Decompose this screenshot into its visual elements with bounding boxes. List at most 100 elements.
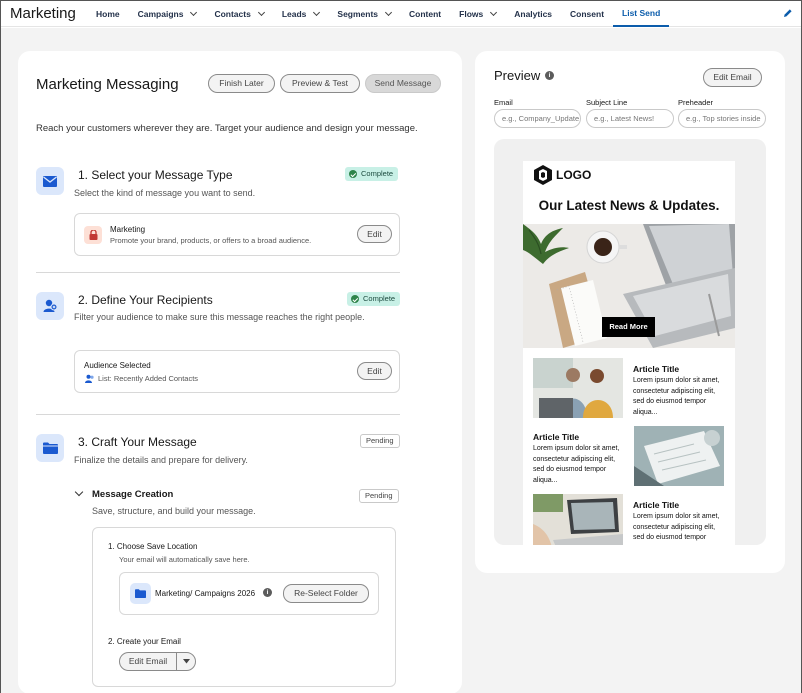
recipients-icon xyxy=(43,299,57,312)
hero-image: Read More xyxy=(523,224,735,348)
article1-body: Lorem ipsum dolor sit amet, consectetur … xyxy=(633,377,720,416)
nav-item-segments[interactable]: Segments xyxy=(328,1,400,27)
email-logo-text: LOGO xyxy=(556,168,592,182)
contacts-icon xyxy=(85,374,94,383)
step2-desc: Filter your audience to make sure this m… xyxy=(74,312,365,322)
finish-later-button[interactable]: Finish Later xyxy=(208,74,275,93)
step2-icon-box xyxy=(36,292,64,320)
lock-icon xyxy=(89,230,97,240)
step3-status-badge: Pending xyxy=(360,434,400,448)
recipients-list: List: Recently Added Contacts xyxy=(98,374,199,383)
nav-item-leads[interactable]: Leads xyxy=(273,1,329,27)
folder-icon-box xyxy=(130,583,151,604)
chevron-down-icon[interactable] xyxy=(490,8,498,17)
edit-nav-icon[interactable] xyxy=(783,8,793,18)
subject-field-label: Subject Line xyxy=(586,98,628,107)
article2-title: Article Title xyxy=(533,432,580,442)
read-more-button[interactable]: Read More xyxy=(602,317,655,337)
step2-edit-button[interactable]: Edit xyxy=(357,362,392,380)
message-type-card xyxy=(74,213,400,256)
info-icon[interactable]: i xyxy=(263,588,272,597)
caret-down-icon xyxy=(182,659,190,664)
email-field-label: Email xyxy=(494,98,513,107)
divider xyxy=(36,272,400,273)
create-email-title: 2. Create your Email xyxy=(108,637,181,646)
intro-text: Reach your customers wherever they are. … xyxy=(36,123,418,134)
documents-photo-icon xyxy=(634,426,724,486)
message-creation-title[interactable]: Message Creation xyxy=(92,489,173,500)
nav-item-flows[interactable]: Flows xyxy=(450,1,505,27)
app-title: Marketing xyxy=(10,5,76,22)
nav-item-label: Analytics xyxy=(514,9,553,19)
edit-email-split-button: Edit Email xyxy=(119,652,196,671)
preheader-field-label: Preheader xyxy=(678,98,714,107)
step2-status-badge: Complete xyxy=(347,292,401,306)
preview-title: Preview xyxy=(494,68,541,83)
nav-bar: Home Campaigns Contacts Leads Segments Conten… xyxy=(87,1,670,27)
divider xyxy=(36,414,400,415)
preview-edit-email-button[interactable]: Edit Email xyxy=(703,68,762,87)
article1-title: Article Title xyxy=(633,364,680,374)
check-icon xyxy=(351,295,359,303)
subject-line-input[interactable]: e.g., Latest News! xyxy=(586,109,674,128)
folder-icon xyxy=(135,589,146,598)
step1-edit-button[interactable]: Edit xyxy=(357,225,392,243)
marketing-icon-box xyxy=(84,226,102,244)
message-creation-desc: Save, structure, and build your message. xyxy=(92,506,256,516)
nav-item-campaigns[interactable]: Campaigns xyxy=(129,1,206,27)
recipients-title: Audience Selected xyxy=(84,361,151,370)
nav-item-label: Contacts xyxy=(214,9,251,19)
step1-desc: Select the kind of message you want to s… xyxy=(74,188,256,198)
article3-body: Lorem ipsum dolor sit amet, consectetur … xyxy=(633,513,720,545)
email-preview: LOGO Our Latest News & Updates. Read Mor… xyxy=(523,161,735,545)
preheader-input[interactable]: e.g., Top stories inside xyxy=(678,109,766,128)
edit-email-button[interactable]: Edit Email xyxy=(120,653,177,670)
email-headline: Our Latest News & Updates. xyxy=(538,198,720,213)
step2-title: 2. Define Your Recipients xyxy=(78,293,213,307)
message-creation-badge: Pending xyxy=(359,489,399,503)
nav-item-analytics[interactable]: Analytics xyxy=(505,1,561,27)
message-type-title: Marketing xyxy=(110,225,146,234)
step3-desc: Finalize the details and prepare for del… xyxy=(74,455,248,465)
nav-item-list-send[interactable]: List Send xyxy=(613,1,670,27)
email-preview-area: LOGO Our Latest News & Updates. Read Mor… xyxy=(494,139,766,545)
save-location-title: 1. Choose Save Location xyxy=(108,542,198,551)
chevron-down-icon[interactable] xyxy=(190,8,198,17)
reselect-folder-button[interactable]: Re-Select Folder xyxy=(283,584,369,603)
check-icon xyxy=(349,170,357,178)
nav-item-label: Consent xyxy=(570,9,605,19)
message-type-desc: Promote your brand, products, or offers … xyxy=(110,236,312,245)
folder-path: Marketing/ Campaigns 2026 xyxy=(155,589,256,598)
step1-title: 1. Select your Message Type xyxy=(78,168,233,182)
chevron-down-icon[interactable] xyxy=(384,8,393,17)
people-laptop-photo-icon xyxy=(533,358,623,418)
nav-item-contacts[interactable]: Contacts xyxy=(205,1,272,27)
page-title: Marketing Messaging xyxy=(36,76,179,93)
article3-image xyxy=(533,494,623,545)
article1-image xyxy=(533,358,623,418)
nav-item-content[interactable]: Content xyxy=(400,1,450,27)
step1-status-badge: Complete xyxy=(345,167,399,181)
save-location-desc: Your email will automatically save here. xyxy=(119,555,250,564)
nav-item-home[interactable]: Home xyxy=(87,1,129,27)
email-name-input[interactable]: e.g., Company_Update xyxy=(494,109,581,128)
chevron-down-icon[interactable] xyxy=(257,8,265,17)
nav-item-label: Segments xyxy=(337,9,379,19)
chevron-down-icon[interactable] xyxy=(313,8,321,17)
preview-info-icon[interactable]: i xyxy=(545,71,554,80)
nav-item-consent[interactable]: Consent xyxy=(561,1,613,27)
send-message-button[interactable]: Send Message xyxy=(365,74,441,93)
article2-body: Lorem ipsum dolor sit amet, consectetur … xyxy=(533,445,620,484)
edit-email-menu-button[interactable] xyxy=(177,653,195,670)
preview-test-button[interactable]: Preview & Test xyxy=(280,74,360,93)
article2-image xyxy=(634,426,724,486)
article3-title: Article Title xyxy=(633,500,680,510)
recipients-card xyxy=(74,350,400,393)
envelope-icon xyxy=(43,175,57,187)
nav-item-label: Flows xyxy=(459,9,484,19)
nav-item-label: List Send xyxy=(622,8,661,18)
nav-item-label: Campaigns xyxy=(137,9,184,19)
nav-item-label: Content xyxy=(409,9,442,19)
step1-icon-box xyxy=(36,167,64,195)
nav-item-label: Home xyxy=(96,9,120,19)
